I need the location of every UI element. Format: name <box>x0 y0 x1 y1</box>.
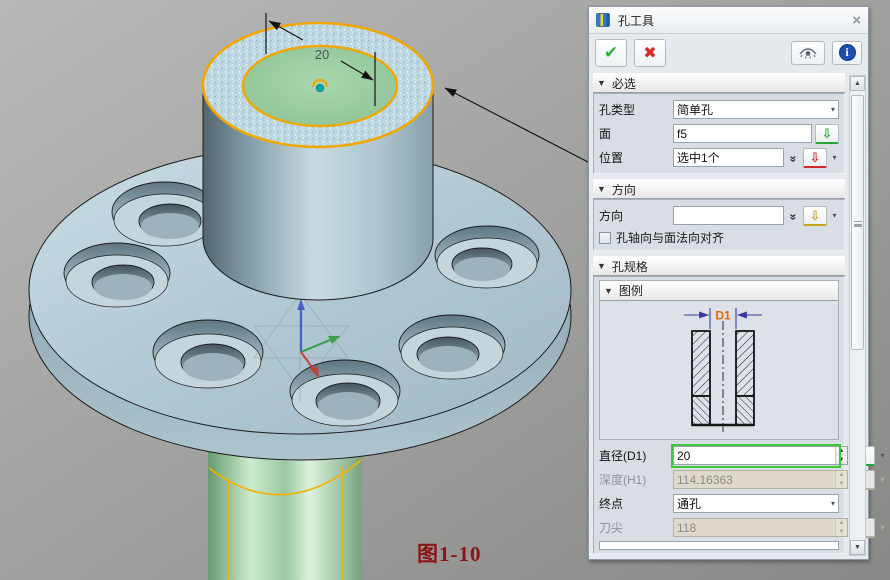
ok-button[interactable]: ✔ <box>595 39 627 67</box>
collapse-icon: ▼ <box>597 78 606 88</box>
scroll-up-icon: ▲ <box>854 80 861 87</box>
app-window: 20 图1-10 孔工具 × ✔ ✖ <box>0 0 890 580</box>
hole-tool-dialog: 孔工具 × ✔ ✖ i <box>588 6 869 560</box>
diameter-label: 直径(D1) <box>599 447 673 464</box>
scroll-down-icon: ▼ <box>854 544 861 551</box>
end-type-dropdown[interactable]: 通孔 ▾ <box>673 494 839 513</box>
check-icon: ✔ <box>604 43 618 63</box>
eye-icon <box>799 47 817 59</box>
dialog-title: 孔工具 <box>618 12 852 29</box>
spin-down-icon: ▼ <box>836 528 847 537</box>
scroll-down-button[interactable]: ▼ <box>850 540 865 555</box>
tip-angle-label: 刀尖 <box>599 519 673 536</box>
close-icon[interactable]: × <box>852 13 861 28</box>
dimension-text: 20 <box>315 47 329 62</box>
position-label: 位置 <box>599 149 673 166</box>
face-pick-icon[interactable]: ⇩ <box>815 124 839 144</box>
collapse-icon: ▼ <box>604 286 613 296</box>
position-pick-icon[interactable]: ⇩ <box>803 148 827 168</box>
clipped-next-field <box>599 541 839 550</box>
pick-options-caret-icon[interactable]: ▾ <box>830 153 839 162</box>
preview-button[interactable] <box>791 41 825 65</box>
collapse-icon: ▼ <box>597 261 606 271</box>
pick-options-caret-icon: ▾ <box>878 523 887 532</box>
counterbore-hole[interactable] <box>64 243 170 307</box>
align-axis-checkbox[interactable] <box>599 232 611 244</box>
expand-chevron-icon[interactable]: » <box>787 209 801 222</box>
required-group: 孔类型 简单孔 ▾ 面 ⇩ 位置 <box>593 93 845 174</box>
spin-up-icon[interactable]: ▲ <box>836 447 847 456</box>
counterbore-hole[interactable] <box>153 320 263 388</box>
dialog-scrollbar[interactable]: ▲ ▼ <box>849 75 866 556</box>
dialog-content: ▼ 必选 孔类型 简单孔 ▾ 面 ⇩ <box>593 73 845 557</box>
spin-down-icon[interactable]: ▼ <box>836 456 847 465</box>
diameter-input[interactable] <box>674 447 835 464</box>
info-button[interactable]: i <box>832 41 862 65</box>
depth-spinbox: ▲ ▼ <box>673 470 848 489</box>
depth-label: 深度(H1) <box>599 471 673 488</box>
counterbore-hole[interactable] <box>435 226 539 288</box>
cancel-button[interactable]: ✖ <box>634 39 666 67</box>
tip-angle-input <box>674 519 835 536</box>
diameter-spinbox: ▲ ▼ <box>673 446 848 465</box>
scrollbar-thumb[interactable] <box>851 95 864 350</box>
pick-options-caret-icon: ▾ <box>878 475 887 484</box>
hole-tool-icon <box>596 13 610 27</box>
direction-row: 方向 » ⇩ ▾ <box>599 204 839 227</box>
section-direction-label: 方向 <box>612 181 636 198</box>
expand-chevron-icon[interactable]: » <box>787 151 801 164</box>
legend-dim-label: D1 <box>715 309 731 323</box>
section-spec-label: 孔规格 <box>612 258 648 275</box>
hole-type-row: 孔类型 简单孔 ▾ <box>599 98 839 121</box>
align-axis-row: 孔轴向与面法向对齐 <box>599 228 839 247</box>
face-label: 面 <box>599 125 673 142</box>
legend-illustration: D1 <box>600 301 838 439</box>
end-type-row: 终点 通孔 ▾ <box>599 492 839 515</box>
direction-group: 方向 » ⇩ ▾ 孔轴向与面法向对齐 <box>593 199 845 251</box>
dialog-titlebar[interactable]: 孔工具 × <box>589 7 868 34</box>
direction-pick-icon[interactable]: ⇩ <box>803 206 827 226</box>
scroll-up-button[interactable]: ▲ <box>850 76 865 91</box>
position-input[interactable] <box>673 148 784 167</box>
face-row: 面 ⇩ <box>599 122 839 145</box>
pick-options-caret-icon[interactable]: ▾ <box>878 451 887 460</box>
counterbore-hole[interactable] <box>399 315 505 379</box>
section-spec[interactable]: ▼ 孔规格 <box>593 256 845 276</box>
hole-type-dropdown[interactable]: 简单孔 ▾ <box>673 100 839 119</box>
diameter-field-highlight: ▲ ▼ ⇩ ▾ <box>673 446 839 466</box>
tip-angle-spinbox: ▲ ▼ <box>673 518 848 537</box>
pick-options-caret-icon[interactable]: ▾ <box>830 211 839 220</box>
tip-angle-row: 刀尖 ▲ ▼ ⇩ ▾ <box>599 516 839 539</box>
figure-caption: 图1-10 <box>417 538 482 568</box>
section-required[interactable]: ▼ 必选 <box>593 73 845 93</box>
spin-down-icon: ▼ <box>836 480 847 489</box>
depth-input <box>674 471 835 488</box>
scrollbar-grip-icon <box>854 221 862 225</box>
spec-group: ▼ 图例 <box>593 276 845 554</box>
hole-type-label: 孔类型 <box>599 101 673 118</box>
position-row: 位置 » ⇩ ▾ <box>599 146 839 169</box>
section-required-label: 必选 <box>612 75 636 92</box>
spin-up-icon: ▲ <box>836 471 847 480</box>
direction-input[interactable] <box>673 206 784 225</box>
collapse-icon: ▼ <box>597 184 606 194</box>
face-input[interactable] <box>673 124 812 143</box>
info-icon: i <box>839 44 856 61</box>
section-direction[interactable]: ▼ 方向 <box>593 179 845 199</box>
cancel-icon: ✖ <box>643 43 656 63</box>
counterbore-hole[interactable] <box>112 182 218 246</box>
diameter-row: 直径(D1) ▲ ▼ ⇩ ▾ <box>599 444 839 467</box>
end-type-label: 终点 <box>599 495 673 512</box>
legend-panel: ▼ 图例 <box>599 280 839 440</box>
chevron-down-icon: ▾ <box>831 105 835 114</box>
legend-header-label: 图例 <box>619 282 643 299</box>
legend-header[interactable]: ▼ 图例 <box>600 281 838 301</box>
depth-row: 深度(H1) ▲ ▼ ⇩ ▾ <box>599 468 839 491</box>
dialog-toolbar: ✔ ✖ i <box>589 34 868 71</box>
spin-up-icon: ▲ <box>836 519 847 528</box>
counterbore-hole[interactable] <box>290 360 400 426</box>
align-axis-label: 孔轴向与面法向对齐 <box>616 229 724 246</box>
direction-label: 方向 <box>599 207 673 224</box>
chevron-down-icon: ▾ <box>831 499 835 508</box>
